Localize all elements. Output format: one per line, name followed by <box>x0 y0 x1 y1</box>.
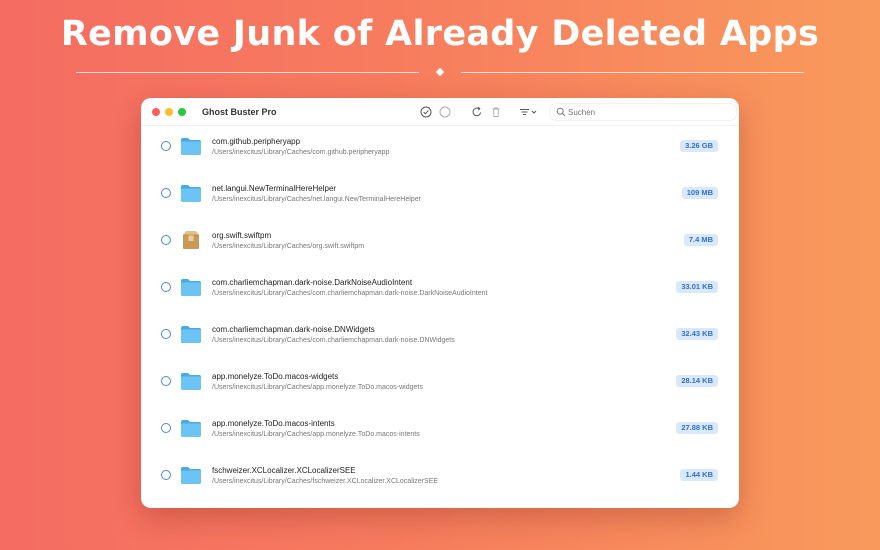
headline: Remove Junk of Already Deleted Apps <box>60 14 820 54</box>
item-select-radio[interactable] <box>161 141 171 151</box>
folder-icon <box>180 183 202 203</box>
item-size-badge: 7.4 MB <box>683 234 718 246</box>
list-item[interactable]: app.monelyze.ToDo.macos-intents /Users/i… <box>141 409 739 456</box>
item-select-radio[interactable] <box>161 329 171 339</box>
list-item[interactable]: com.charliemchapman.dark-noise.DNWidgets… <box>141 315 739 362</box>
check-circle-icon <box>420 106 432 118</box>
folder-icon <box>180 465 202 485</box>
zoom-window-button[interactable] <box>178 108 186 116</box>
folder-icon <box>180 418 202 438</box>
item-select-radio[interactable] <box>161 282 171 292</box>
item-select-radio[interactable] <box>161 188 171 198</box>
item-name: org.swift.swiftpm <box>212 231 272 240</box>
circle-icon <box>439 106 451 118</box>
junk-file-list: com.github.peripheryapp /Users/inexcitus… <box>141 127 739 503</box>
item-name: com.charliemchapman.dark-noise.DNWidgets <box>212 325 375 334</box>
search-icon <box>556 107 566 117</box>
item-select-radio[interactable] <box>161 423 171 433</box>
item-size-badge: 109 MB <box>681 187 718 199</box>
item-path: /Users/inexcitus/Library/Caches/com.char… <box>212 337 455 344</box>
item-size-badge: 1.44 KB <box>680 469 718 481</box>
item-select-radio[interactable] <box>161 470 171 480</box>
delete-button[interactable] <box>490 106 502 118</box>
list-item[interactable]: com.charliemchapman.dark-noise.DarkNoise… <box>141 268 739 315</box>
folder-icon <box>180 371 202 391</box>
folder-icon <box>180 324 202 344</box>
search-input[interactable] <box>568 105 728 119</box>
item-name: app.monelyze.ToDo.macos-widgets <box>212 372 339 381</box>
item-path: /Users/inexcitus/Library/Caches/net.lang… <box>212 196 421 203</box>
refresh-icon <box>472 106 482 117</box>
item-select-radio[interactable] <box>161 376 171 386</box>
item-size-badge: 28.14 KB <box>676 375 718 387</box>
refresh-button[interactable] <box>471 106 483 118</box>
search-field[interactable] <box>550 104 736 120</box>
list-item[interactable]: fschweizer.XCLocalizer.XCLocalizerSEE /U… <box>141 456 739 503</box>
window-title: Ghost Buster Pro <box>202 107 277 117</box>
list-item[interactable]: org.swift.swiftpm /Users/inexcitus/Libra… <box>141 221 739 268</box>
minimize-window-button[interactable] <box>165 108 173 116</box>
deselect-all-button[interactable] <box>439 106 451 118</box>
close-window-button[interactable] <box>152 108 160 116</box>
trash-icon <box>492 107 500 117</box>
sort-lines-icon <box>520 109 537 115</box>
item-size-badge: 32.43 KB <box>676 328 718 340</box>
folder-icon <box>180 277 202 297</box>
item-path: /Users/inexcitus/Library/Caches/com.char… <box>212 290 488 297</box>
diamond-icon <box>435 67 445 77</box>
headline-divider <box>76 67 804 77</box>
app-window: Ghost Buster Pro Suchen com.github.perip… <box>141 98 739 508</box>
item-name: app.monelyze.ToDo.macos-intents <box>212 419 335 428</box>
folder-icon <box>180 136 202 156</box>
list-item[interactable]: com.github.peripheryapp /Users/inexcitus… <box>141 127 739 174</box>
item-path: /Users/inexcitus/Library/Caches/com.gith… <box>212 149 390 156</box>
select-all-button[interactable] <box>420 106 432 118</box>
item-size-badge: 27.88 KB <box>676 422 718 434</box>
item-name: net.langui.NewTerminalHereHelper <box>212 184 337 193</box>
item-name: com.github.peripheryapp <box>212 137 301 146</box>
item-select-radio[interactable] <box>161 235 171 245</box>
divider-line-left <box>76 72 419 73</box>
title-bar: Ghost Buster Pro <box>141 98 739 126</box>
sort-menu-button[interactable] <box>519 106 541 118</box>
list-item[interactable]: app.monelyze.ToDo.macos-widgets /Users/i… <box>141 362 739 409</box>
item-path: /Users/inexcitus/Library/Caches/org.swif… <box>212 243 365 250</box>
item-size-badge: 33.01 KB <box>676 281 718 293</box>
item-path: /Users/inexcitus/Library/Caches/fschweiz… <box>212 478 439 485</box>
list-item[interactable]: net.langui.NewTerminalHereHelper /Users/… <box>141 174 739 221</box>
package-icon <box>180 230 202 250</box>
item-name: com.charliemchapman.dark-noise.DarkNoise… <box>212 278 413 287</box>
item-path: /Users/inexcitus/Library/Caches/app.mone… <box>212 384 423 391</box>
item-size-badge: 3.26 GB <box>680 140 718 152</box>
item-name: fschweizer.XCLocalizer.XCLocalizerSEE <box>212 466 356 475</box>
divider-line-right <box>461 72 804 73</box>
item-path: /Users/inexcitus/Library/Caches/app.mone… <box>212 431 420 438</box>
